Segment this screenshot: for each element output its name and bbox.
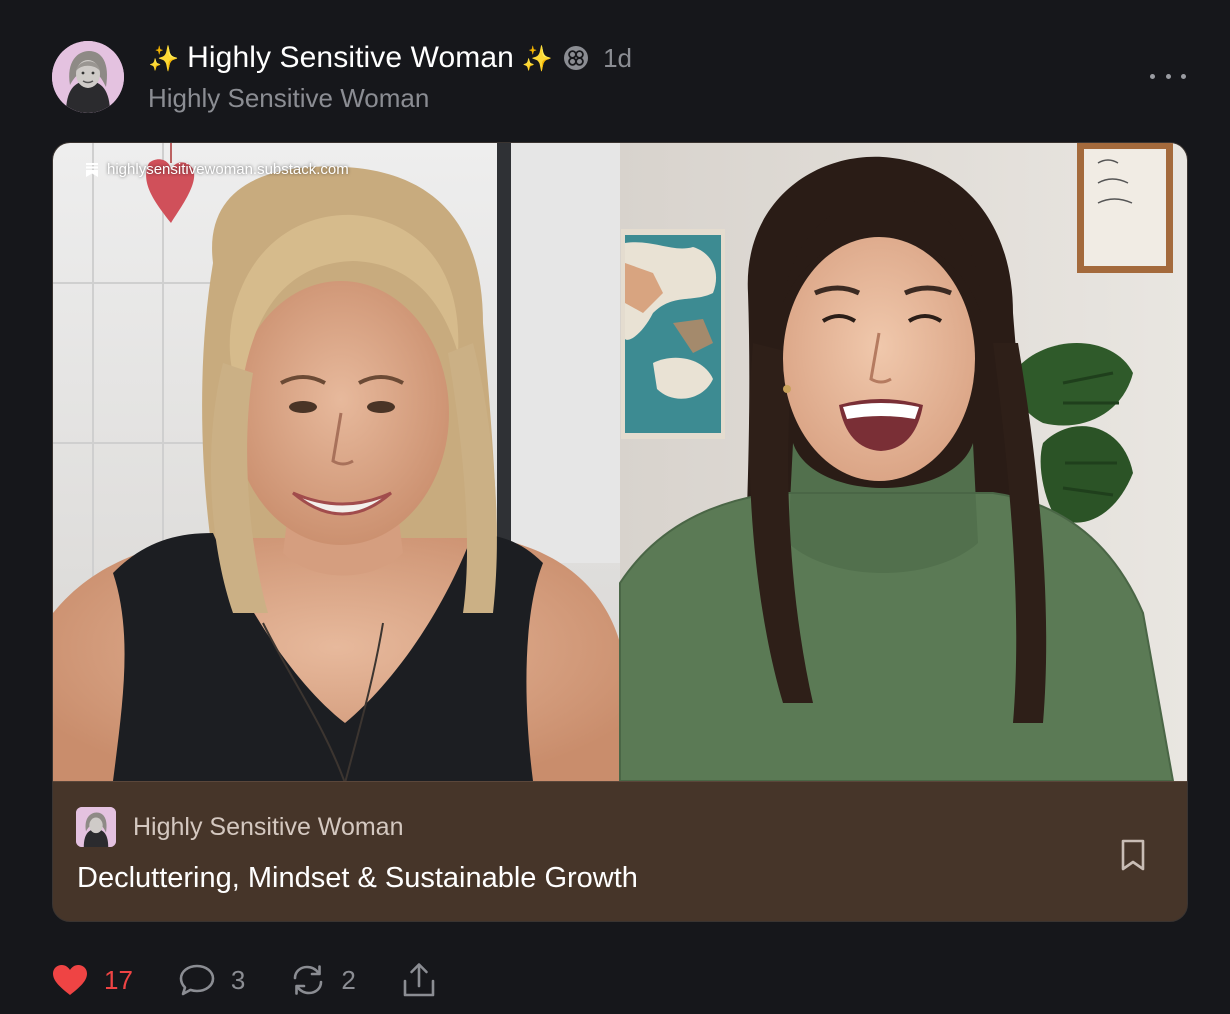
comment-button[interactable]: 3 [179,963,245,997]
author-name[interactable]: Highly Sensitive Woman [187,41,514,75]
note-post: ✨ Highly Sensitive Woman ✨ 1d Highly Sen… [0,0,1230,1014]
watermark-text: highlysensitivewoman.substack.com [107,161,349,178]
like-button[interactable]: 17 [52,964,133,996]
sparkle-emoji: ✨ [521,43,554,73]
sparkle-emoji: ✨ [148,43,180,73]
restack-icon [294,965,323,995]
more-options-button[interactable] [1150,64,1186,88]
heart-icon [53,965,87,995]
comment-count: 3 [230,964,246,995]
card-footer: Highly Sensitive Woman Decluttering, Min… [53,781,1187,921]
post-action-bar: 17 3 2 [52,958,482,1002]
substack-logo-icon [86,162,98,177]
publication-subtitle[interactable]: Highly Sensitive Woman [148,83,429,114]
post-timestamp[interactable]: 1d [603,43,632,74]
like-count: 17 [104,964,133,995]
share-icon [403,963,435,997]
share-button[interactable] [402,962,436,998]
card-post-title[interactable]: Decluttering, Mindset & Sustainable Grow… [77,862,638,895]
publication-avatar [76,807,116,847]
card-publication-name[interactable]: Highly Sensitive Woman [133,813,403,842]
video-post-card[interactable]: highlysensitivewoman.substack.com Highly… [52,142,1188,922]
restack-button[interactable]: 2 [291,963,356,997]
author-title-row: ✨ Highly Sensitive Woman ✨ 1d [148,38,632,78]
comment-icon [179,964,215,996]
video-watermark: highlysensitivewoman.substack.com [85,161,349,178]
more-horizontal-icon [1150,73,1155,79]
author-avatar[interactable] [52,41,124,113]
bookmark-icon[interactable] [1119,838,1147,872]
restack-count: 2 [341,964,356,995]
video-thumbnail[interactable]: highlysensitivewoman.substack.com [53,143,1187,781]
subscriber-badge-icon [563,45,589,71]
more-horizontal-icon [1165,73,1171,79]
more-horizontal-icon [1181,73,1186,79]
